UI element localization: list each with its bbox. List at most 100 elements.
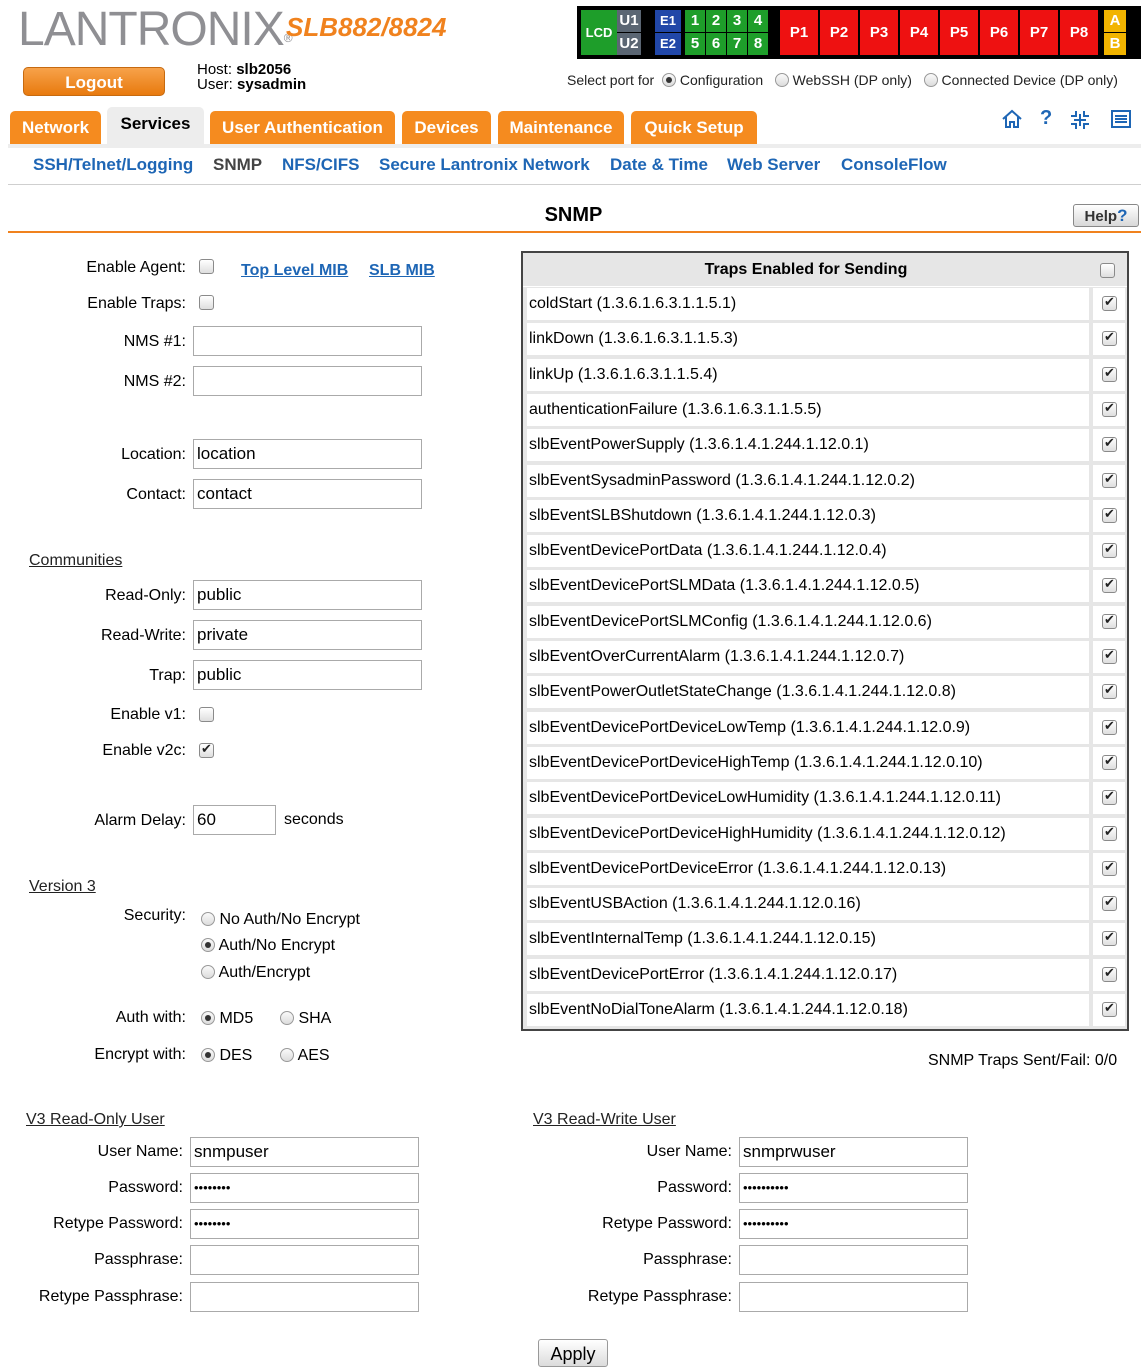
e2-port[interactable]: E2 — [655, 33, 681, 55]
sha-radio[interactable] — [280, 1011, 294, 1025]
ro-retype-password-input[interactable]: •••••••• — [190, 1209, 419, 1239]
power-port-7[interactable]: P7 — [1020, 10, 1058, 55]
tab-maintenance[interactable]: Maintenance — [498, 111, 624, 145]
trap-enabled-checkbox[interactable] — [1102, 788, 1117, 806]
device-port-7[interactable]: 7 — [727, 33, 747, 55]
enable-v2c-checkbox[interactable] — [199, 741, 214, 758]
trap-enabled-checkbox[interactable] — [1102, 859, 1117, 876]
rw-user-name-input[interactable]: snmprwuser — [739, 1137, 968, 1167]
tab-devices[interactable]: Devices — [402, 111, 491, 145]
trap-enabled-checkbox[interactable] — [1102, 365, 1117, 382]
tab-services[interactable]: Services — [107, 107, 204, 145]
alarm-delay-input[interactable]: 60 — [193, 805, 276, 835]
trap-enabled-checkbox[interactable] — [1102, 435, 1117, 453]
expand-icon[interactable] — [1068, 108, 1092, 138]
subnav-ssh-telnet-logging[interactable]: SSH/Telnet/Logging — [33, 155, 193, 175]
device-port-4[interactable]: 4 — [748, 10, 768, 32]
subnav-web-server[interactable]: Web Server — [727, 155, 820, 175]
power-port-2[interactable]: P2 — [820, 10, 858, 55]
encrypt-des-option[interactable]: DES — [201, 1047, 252, 1065]
trap-enabled-checkbox[interactable] — [1102, 929, 1117, 947]
trap-enabled-checkbox[interactable] — [1102, 294, 1117, 311]
rw-password-input[interactable]: •••••••••• — [739, 1173, 968, 1203]
auth-encrypt-radio[interactable] — [201, 965, 215, 979]
ro-password-input[interactable]: •••••••• — [190, 1173, 419, 1203]
ro-user-name-input[interactable]: snmpuser — [190, 1137, 419, 1167]
md5-radio[interactable] — [201, 1011, 215, 1025]
trap-enabled-checkbox[interactable] — [1102, 682, 1117, 700]
read-write-community-input[interactable]: private — [193, 620, 422, 650]
lcd-port[interactable]: LCD — [581, 10, 617, 55]
device-port-8[interactable]: 8 — [748, 33, 768, 55]
security-option-auth-encrypt[interactable]: Auth/Encrypt — [201, 964, 310, 982]
trap-enabled-checkbox[interactable] — [1102, 541, 1117, 559]
tab-quick-setup[interactable]: Quick Setup — [631, 111, 757, 145]
auth-no-encrypt-radio[interactable] — [201, 938, 215, 952]
slb-mib-link[interactable]: SLB MIB — [369, 262, 435, 280]
webssh-radio[interactable] — [774, 73, 789, 87]
trap-enabled-checkbox[interactable] — [1102, 647, 1117, 664]
no-auth-no-encrypt-radio[interactable] — [201, 912, 215, 926]
question-icon[interactable]: ? — [1040, 107, 1052, 130]
ro-retype-passphrase-input[interactable] — [190, 1282, 419, 1312]
power-port-8[interactable]: P8 — [1060, 10, 1098, 55]
trap-enabled-checkbox[interactable] — [1102, 824, 1117, 841]
subnav-secure-lantronix-network[interactable]: Secure Lantronix Network — [379, 155, 590, 175]
power-port-1[interactable]: P1 — [780, 10, 818, 55]
security-option-auth-no-encrypt[interactable]: Auth/No Encrypt — [201, 937, 335, 955]
device-port-1[interactable]: 1 — [685, 10, 705, 32]
ro-passphrase-input[interactable] — [190, 1245, 419, 1275]
home-icon[interactable] — [1001, 108, 1023, 136]
trap-enabled-checkbox[interactable] — [1102, 965, 1117, 982]
connected-device-radio[interactable] — [923, 73, 938, 87]
subnav-consoleflow[interactable]: ConsoleFlow — [841, 155, 947, 175]
trap-enabled-checkbox[interactable] — [1102, 1000, 1117, 1017]
trap-enabled-checkbox[interactable] — [1102, 753, 1117, 770]
configuration-radio[interactable] — [661, 73, 676, 87]
tab-network[interactable]: Network — [10, 111, 101, 145]
device-port-2[interactable]: 2 — [706, 10, 726, 32]
enable-agent-checkbox[interactable] — [199, 259, 214, 274]
auth-md5-option[interactable]: MD5 — [201, 1010, 253, 1028]
top-level-mib-link[interactable]: Top Level MIB — [241, 262, 348, 280]
trap-enabled-checkbox[interactable] — [1102, 506, 1117, 523]
power-port-4[interactable]: P4 — [900, 10, 938, 55]
enable-v1-checkbox[interactable] — [199, 707, 214, 722]
read-only-community-input[interactable]: public — [193, 580, 422, 610]
trap-enabled-checkbox[interactable] — [1102, 329, 1117, 347]
list-icon[interactable] — [1110, 108, 1132, 136]
trap-enabled-checkbox[interactable] — [1102, 400, 1117, 417]
trap-enabled-checkbox[interactable] — [1102, 718, 1117, 735]
rw-retype-passphrase-input[interactable] — [739, 1282, 968, 1312]
rw-passphrase-input[interactable] — [739, 1245, 968, 1275]
u2-port[interactable]: U2 — [617, 33, 641, 55]
tab-user-authentication[interactable]: User Authentication — [210, 111, 395, 145]
nms1-input[interactable] — [193, 326, 422, 356]
power-port-6[interactable]: P6 — [980, 10, 1018, 55]
help-button[interactable]: Help? — [1073, 204, 1139, 227]
e1-port[interactable]: E1 — [655, 10, 681, 32]
power-port-5[interactable]: P5 — [940, 10, 978, 55]
security-option-no-auth[interactable]: No Auth/No Encrypt — [201, 911, 360, 929]
contact-input[interactable]: contact — [193, 479, 422, 509]
u1-port[interactable]: U1 — [617, 10, 641, 32]
encrypt-aes-option[interactable]: AES — [280, 1047, 330, 1065]
traps-select-all-checkbox[interactable] — [1100, 263, 1115, 278]
rw-retype-password-input[interactable]: •••••••••• — [739, 1209, 968, 1239]
trap-enabled-checkbox[interactable] — [1102, 576, 1117, 594]
nms2-input[interactable] — [193, 366, 422, 396]
enable-traps-checkbox[interactable] — [199, 295, 214, 310]
device-port-6[interactable]: 6 — [706, 33, 726, 55]
subnav-nfs-cifs[interactable]: NFS/CIFS — [282, 155, 359, 175]
subnav-date-time[interactable]: Date & Time — [610, 155, 708, 175]
des-radio[interactable] — [201, 1048, 215, 1062]
logout-button[interactable]: Logout — [23, 67, 165, 96]
aes-radio[interactable] — [280, 1048, 294, 1062]
power-port-3[interactable]: P3 — [860, 10, 898, 55]
trap-enabled-checkbox[interactable] — [1102, 894, 1117, 912]
trap-enabled-checkbox[interactable] — [1102, 612, 1117, 629]
trap-enabled-checkbox[interactable] — [1102, 471, 1117, 488]
device-port-3[interactable]: 3 — [727, 10, 747, 32]
location-input[interactable]: location — [193, 439, 422, 469]
auth-sha-option[interactable]: SHA — [280, 1010, 331, 1028]
